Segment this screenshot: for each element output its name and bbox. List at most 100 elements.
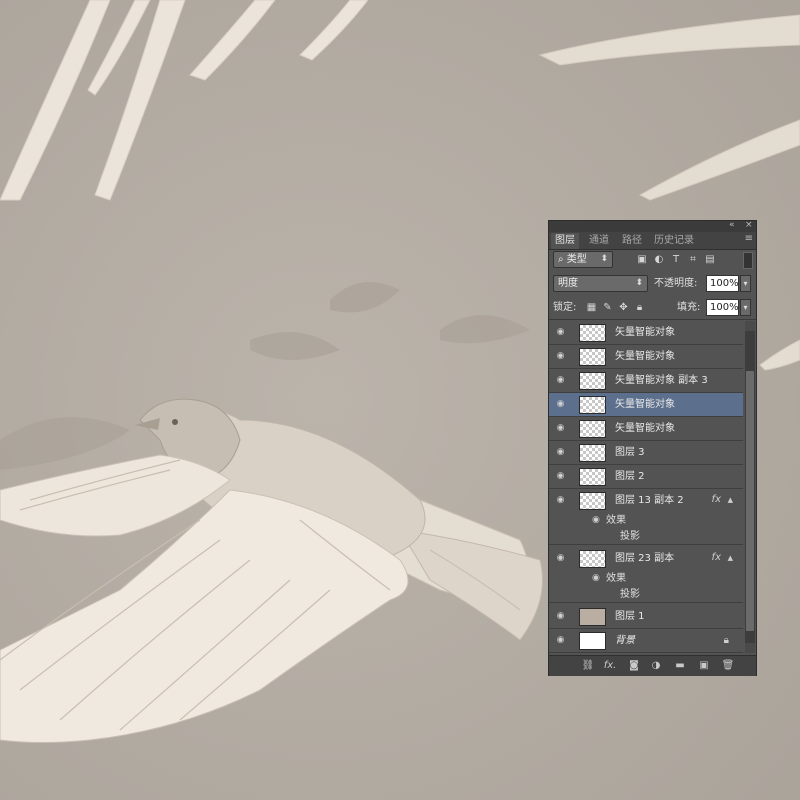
eye-icon[interactable]: ◉	[592, 515, 600, 525]
layer-name: 图层 3	[615, 447, 645, 458]
layer-thumbnail	[579, 632, 606, 650]
tab-layers[interactable]: 图层	[551, 233, 579, 249]
lock-position-icon[interactable]: ✥	[617, 299, 630, 316]
eye-icon[interactable]: ◉	[555, 611, 566, 622]
adjustment-layer-icon[interactable]: ◑	[649, 659, 663, 673]
tab-history[interactable]: 历史记录	[654, 234, 694, 248]
lock-transparent-icon[interactable]: ▦	[585, 299, 598, 316]
filter-toggle[interactable]	[743, 252, 753, 269]
layer-name: 矢量智能对象	[615, 399, 675, 410]
eye-icon[interactable]: ◉	[555, 471, 566, 482]
chevron-updown-icon: ⬍	[635, 278, 643, 288]
smart-object-filter-icon[interactable]: ▤	[703, 253, 717, 266]
scrollbar-thumb[interactable]	[746, 371, 754, 631]
panel-title-bar: « ×	[549, 220, 756, 232]
link-layers-icon[interactable]: ⛓	[581, 659, 595, 673]
layer-name: 背景	[615, 635, 635, 646]
fx-badge: fx	[711, 552, 721, 563]
eye-icon[interactable]: ◉	[592, 573, 600, 583]
layer-row[interactable]: ◉ 矢量智能对象	[549, 345, 743, 369]
image-filter-icon[interactable]: ▣	[635, 253, 649, 266]
opacity-input[interactable]: 100%	[706, 275, 739, 292]
eye-icon[interactable]: ◉	[555, 553, 566, 564]
layer-thumbnail	[579, 608, 606, 626]
eye-icon[interactable]: ◉	[555, 495, 566, 506]
tab-paths[interactable]: 路径	[622, 234, 642, 248]
tab-channels[interactable]: 通道	[589, 234, 609, 248]
eye-icon[interactable]: ◉	[555, 327, 566, 338]
layer-row[interactable]: ◉ 图层 1	[549, 605, 743, 629]
double-left-arrow-icon[interactable]: «	[729, 220, 735, 230]
effects-row[interactable]: ◉ 效果	[549, 513, 743, 529]
layer-name: 图层 23 副本	[615, 553, 675, 564]
eye-icon[interactable]: ◉	[555, 447, 566, 458]
layer-row[interactable]: ◉ 图层 2	[549, 465, 743, 489]
layer-name: 矢量智能对象	[615, 423, 675, 434]
new-group-icon[interactable]: ▬	[673, 659, 687, 673]
blend-mode-value: 明度	[558, 278, 578, 289]
layer-name: 矢量智能对象	[615, 351, 675, 362]
effects-label: 效果	[606, 573, 626, 584]
divider	[549, 319, 756, 320]
panel-menu-icon[interactable]: ≡	[745, 233, 753, 244]
effects-label: 效果	[606, 515, 626, 526]
layer-name: 矢量智能对象	[615, 327, 675, 338]
layer-mask-icon[interactable]: ◙	[627, 659, 641, 673]
eye-icon[interactable]: ◉	[555, 423, 566, 434]
chevron-up-icon[interactable]: ▲	[728, 496, 733, 504]
layer-thumbnail	[579, 550, 606, 568]
fill-label: 填充:	[677, 302, 701, 313]
trash-icon[interactable]: 🗑︎	[721, 659, 735, 673]
layers-scrollbar[interactable]	[745, 321, 755, 653]
chevron-up-icon[interactable]: ▲	[728, 554, 733, 562]
new-layer-icon[interactable]: ▣	[697, 659, 711, 673]
effects-row[interactable]: ◉ 效果	[549, 571, 743, 587]
chevron-updown-icon: ⬍	[600, 254, 608, 264]
blend-mode-select[interactable]: 明度 ⬍	[553, 275, 648, 292]
lock-all-icon[interactable]: 🔒︎	[633, 299, 646, 316]
search-icon: ⌕	[558, 254, 567, 265]
layer-name: 图层 2	[615, 471, 645, 482]
effect-row[interactable]: 投影	[549, 529, 743, 545]
layer-row[interactable]: ◉ 图层 13 副本 2 fx ▲	[549, 489, 743, 513]
layer-thumbnail	[579, 420, 606, 438]
text-filter-icon[interactable]: T	[669, 253, 683, 266]
layer-row-selected[interactable]: ◉ 矢量智能对象	[549, 393, 743, 417]
layer-row[interactable]: ◉ 矢量智能对象 副本 3	[549, 369, 743, 393]
adjustment-filter-icon[interactable]: ◐	[652, 253, 666, 266]
layer-thumbnail	[579, 324, 606, 342]
eye-icon[interactable]: ◉	[555, 375, 566, 386]
eye-icon[interactable]: ◉	[555, 635, 566, 646]
close-icon[interactable]: ×	[745, 220, 753, 230]
filter-type-label: 类型	[566, 254, 587, 265]
effect-row[interactable]: 投影	[549, 587, 743, 603]
fx-icon[interactable]: fx.	[603, 659, 617, 673]
layer-name: 图层 1	[615, 611, 645, 622]
eye-icon[interactable]: ◉	[555, 351, 566, 362]
eye-icon[interactable]: ◉	[555, 399, 566, 410]
blend-row: 明度 ⬍ 不透明度: 100% ▾	[553, 275, 752, 293]
layer-row[interactable]: ◉ 矢量智能对象	[549, 321, 743, 345]
fill-dropdown[interactable]: ▾	[740, 299, 751, 316]
lock-icon: 🔒︎	[723, 635, 729, 646]
layer-thumbnail	[579, 468, 606, 486]
layer-row[interactable]: ◉ 图层 23 副本 fx ▲	[549, 547, 743, 571]
fill-input[interactable]: 100%	[706, 299, 739, 316]
shape-filter-icon[interactable]: ⌗	[686, 253, 700, 266]
layer-row[interactable]: ◉ 图层 3	[549, 441, 743, 465]
layer-thumbnail	[579, 492, 606, 510]
layer-thumbnail	[579, 396, 606, 414]
scroll-up-button[interactable]	[745, 321, 755, 331]
filter-type-select[interactable]: ⌕ 类型 ⬍	[553, 251, 613, 268]
layer-row[interactable]: ◉ 矢量智能对象	[549, 417, 743, 441]
opacity-dropdown[interactable]: ▾	[740, 275, 751, 292]
layer-name: 矢量智能对象 副本 3	[615, 375, 708, 386]
lock-image-icon[interactable]: ✎	[601, 299, 614, 316]
scroll-down-button[interactable]	[745, 643, 755, 653]
fx-badge: fx	[711, 494, 721, 505]
layer-row[interactable]: ◉ 背景 🔒︎	[549, 629, 743, 653]
lock-label: 锁定:	[553, 302, 577, 313]
lock-row: 锁定: ▦ ✎ ✥ 🔒︎ 填充: 100% ▾	[553, 299, 752, 317]
opacity-label: 不透明度:	[654, 278, 698, 289]
filter-row: ⌕ 类型 ⬍ ▣ ◐ T ⌗ ▤	[553, 251, 753, 269]
